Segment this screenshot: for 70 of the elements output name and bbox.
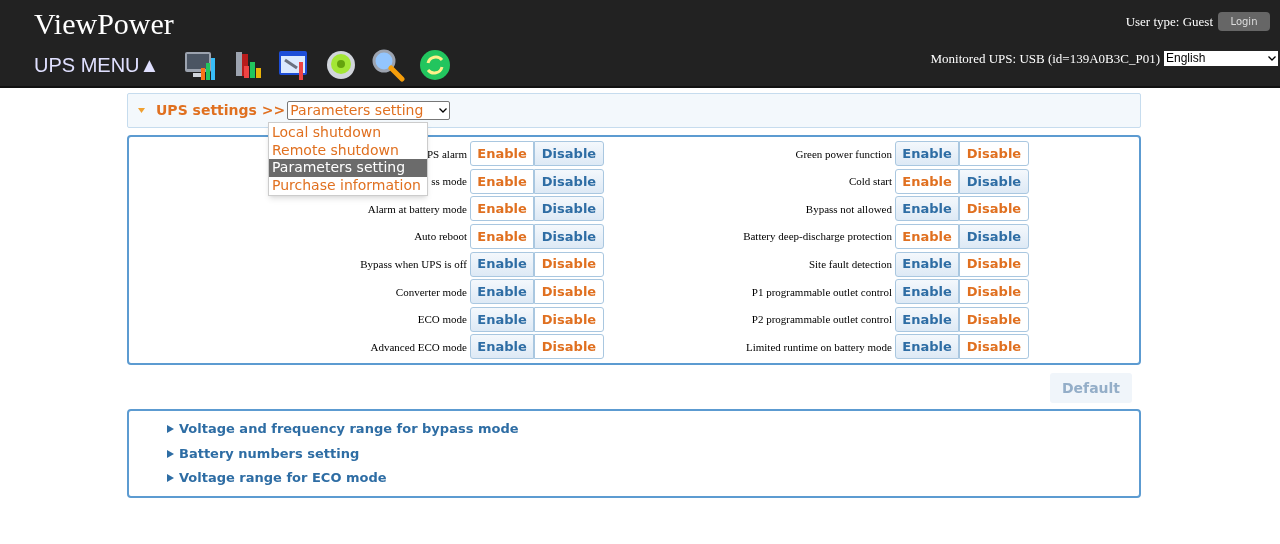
disable-button[interactable]: Disable bbox=[534, 168, 604, 194]
ups-menu-link[interactable]: UPS MENU▲ bbox=[34, 50, 160, 80]
settings-select[interactable]: Parameters setting bbox=[287, 101, 451, 120]
enable-button[interactable]: Enable bbox=[470, 168, 534, 194]
section-toggle[interactable]: Voltage range for ECO mode bbox=[167, 468, 1139, 488]
section-toggle[interactable]: Battery numbers setting bbox=[167, 443, 1139, 464]
disable-button[interactable]: Disable bbox=[959, 224, 1029, 250]
enable-button[interactable]: Enable bbox=[470, 224, 534, 250]
disable-button[interactable]: Disable bbox=[534, 334, 604, 360]
enable-button[interactable]: Enable bbox=[895, 306, 959, 332]
settings-title: UPS settings >> bbox=[156, 101, 286, 120]
dropdown-option[interactable]: Remote shutdown bbox=[269, 141, 427, 159]
enable-button[interactable]: Enable bbox=[470, 251, 534, 277]
section-toggle[interactable]: Voltage and frequency range for bypass mode bbox=[167, 419, 1139, 439]
enable-button[interactable]: Enable bbox=[895, 196, 959, 222]
disable-button[interactable]: Disable bbox=[959, 196, 1029, 222]
parameter-label: P2 programmable outlet control bbox=[751, 312, 892, 328]
enable-button[interactable]: Enable bbox=[895, 168, 959, 194]
collapsed-arrow-icon bbox=[167, 449, 174, 458]
parameter-label: P1 programmable outlet control bbox=[751, 284, 892, 300]
dropdown-caret-icon bbox=[439, 108, 448, 113]
collapsed-arrow-icon bbox=[167, 425, 174, 433]
user-type-text: User type: Guest bbox=[1125, 13, 1213, 31]
parameter-label: PS alarm bbox=[426, 146, 467, 162]
app-title: ViewPower bbox=[34, 9, 175, 39]
enable-button[interactable]: Enable bbox=[470, 196, 534, 222]
enable-button[interactable]: Enable bbox=[895, 251, 959, 277]
disable-button[interactable]: Disable bbox=[534, 224, 604, 250]
enable-button[interactable]: Enable bbox=[470, 334, 534, 360]
enable-button[interactable]: Enable bbox=[470, 306, 534, 332]
parameter-label: Limited runtime on battery mode bbox=[745, 339, 892, 355]
parameter-label: Bypass when UPS is off bbox=[360, 256, 467, 272]
dropdown-caret-icon bbox=[1268, 55, 1276, 61]
dropdown-option[interactable]: Parameters setting bbox=[269, 159, 427, 177]
parameter-label: Auto reboot bbox=[414, 229, 467, 245]
dropdown-option[interactable]: Local shutdown bbox=[269, 124, 427, 142]
monitored-ups-text: Monitored UPS: USB (id=139A0B3C_P01) bbox=[930, 49, 1160, 68]
parameter-label: Alarm at battery mode bbox=[367, 201, 467, 217]
parameter-label: Advanced ECO mode bbox=[370, 339, 467, 355]
parameter-label: Site fault detection bbox=[808, 256, 892, 272]
parameter-label: ECO mode bbox=[417, 312, 467, 328]
disable-button[interactable]: Disable bbox=[959, 334, 1029, 360]
enable-button[interactable]: Enable bbox=[895, 334, 959, 360]
disable-button[interactable]: Disable bbox=[959, 168, 1029, 194]
disable-button[interactable]: Disable bbox=[959, 141, 1029, 167]
disable-button[interactable]: Disable bbox=[959, 279, 1029, 305]
enable-button[interactable]: Enable bbox=[895, 279, 959, 305]
disable-button[interactable]: Disable bbox=[959, 251, 1029, 277]
disable-button[interactable]: Disable bbox=[534, 141, 604, 167]
parameter-label: Battery deep-discharge protection bbox=[743, 229, 892, 245]
login-button[interactable]: Login bbox=[1218, 12, 1270, 32]
parameter-label: ss mode bbox=[431, 174, 467, 190]
parameter-label: Converter mode bbox=[395, 284, 467, 300]
enable-button[interactable]: Enable bbox=[895, 224, 959, 250]
enable-button[interactable]: Enable bbox=[470, 279, 534, 305]
dropdown-option[interactable]: Purchase information bbox=[269, 176, 427, 194]
disable-button[interactable]: Disable bbox=[534, 279, 604, 305]
parameter-label: Bypass not allowed bbox=[805, 201, 892, 217]
language-select[interactable]: English bbox=[1164, 50, 1278, 66]
enable-button[interactable]: Enable bbox=[895, 141, 959, 167]
collapsed-arrow-icon bbox=[167, 474, 174, 482]
refresh-icon[interactable] bbox=[418, 48, 453, 82]
parameter-label: Green power function bbox=[795, 146, 892, 162]
disable-button[interactable]: Disable bbox=[534, 306, 604, 332]
disable-button[interactable]: Disable bbox=[959, 306, 1029, 332]
disable-button[interactable]: Disable bbox=[534, 251, 604, 277]
parameter-label: Cold start bbox=[848, 174, 892, 190]
disable-button[interactable]: Disable bbox=[534, 196, 604, 222]
enable-button[interactable]: Enable bbox=[470, 141, 534, 167]
search-icon[interactable] bbox=[371, 48, 406, 82]
